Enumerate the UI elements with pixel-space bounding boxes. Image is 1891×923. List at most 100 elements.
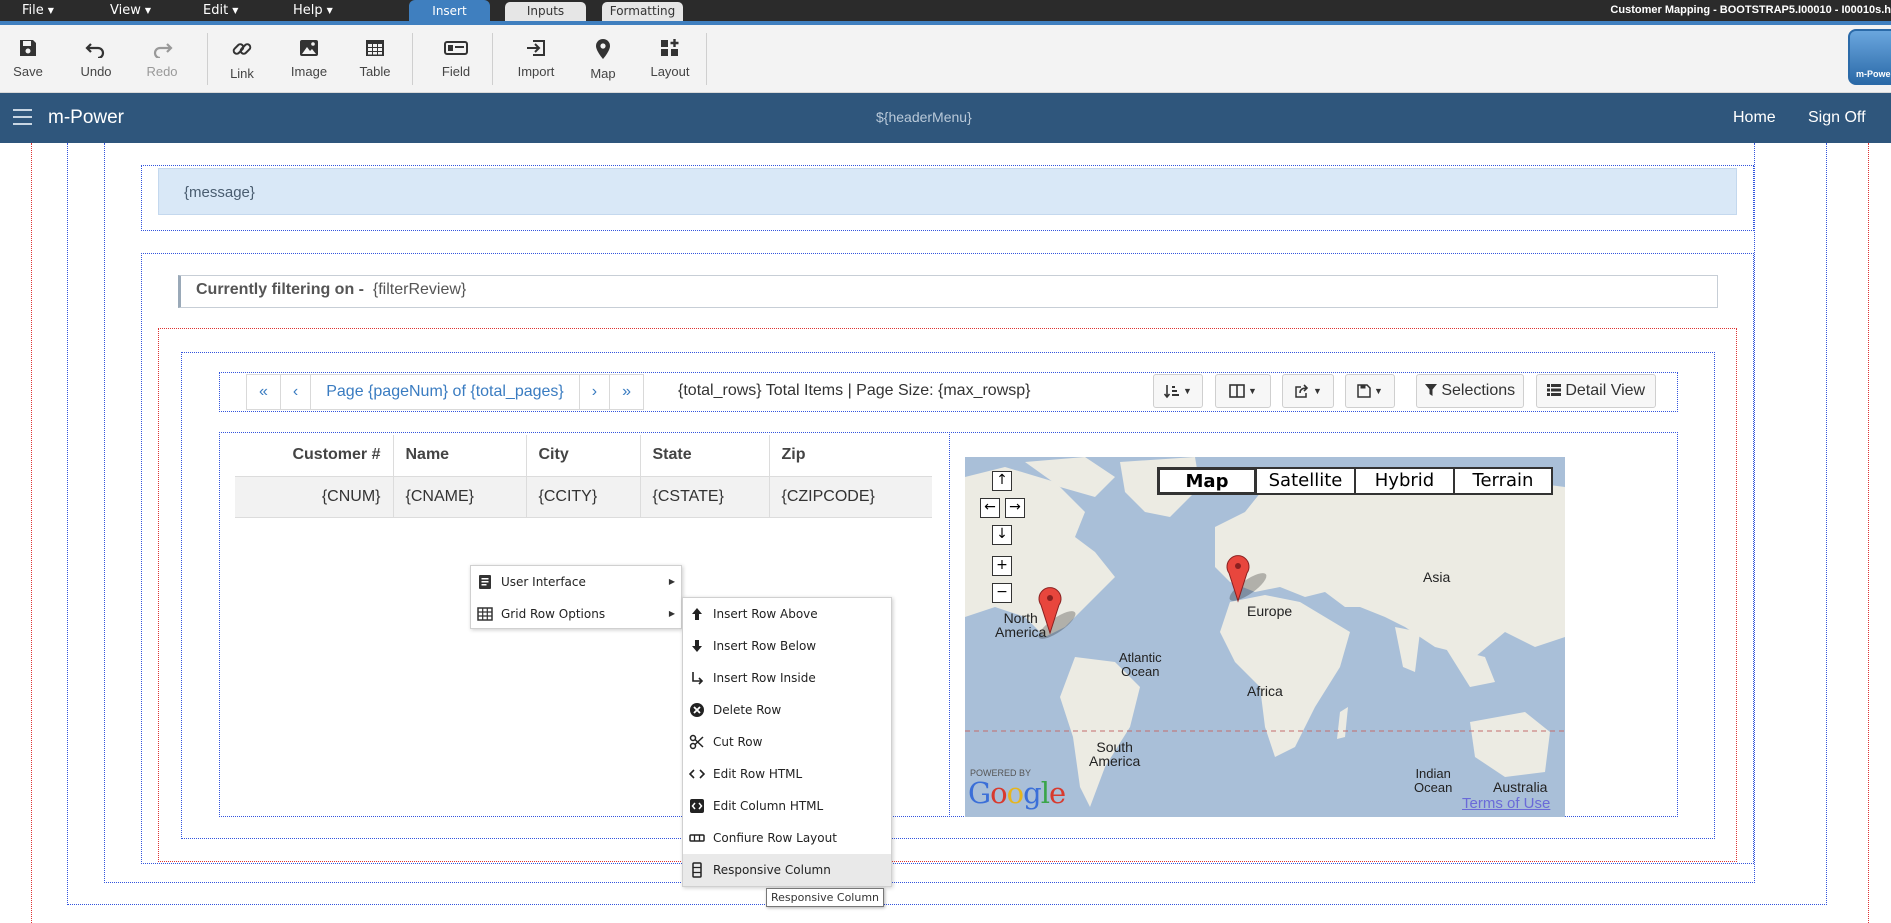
- hamburger-icon[interactable]: [13, 109, 32, 125]
- undo-icon: [85, 43, 105, 58]
- toolbar: Save Undo Redo Link Image Table Field Im…: [0, 25, 1891, 93]
- column-icon: [692, 862, 702, 878]
- menu-item-edit-column-html[interactable]: Edit Column HTML: [683, 790, 891, 822]
- detail-view-button[interactable]: Detail View: [1536, 374, 1656, 408]
- toolbar-separator: [706, 33, 707, 85]
- label-north-america: North America: [995, 610, 1047, 640]
- menu-item-delete-row[interactable]: Delete Row: [683, 694, 891, 726]
- menu-edit[interactable]: Edit ▼: [203, 3, 238, 18]
- terms-of-use-link[interactable]: Terms of Use: [1462, 795, 1550, 812]
- document-icon: [479, 575, 491, 589]
- menu-item-label: Cut Row: [713, 735, 763, 749]
- detail-view-label: Detail View: [1565, 382, 1646, 399]
- field-icon: [444, 41, 468, 55]
- save-button[interactable]: Save: [8, 25, 48, 93]
- menu-item-insert-row-below[interactable]: Insert Row Below: [683, 630, 891, 662]
- menu-file[interactable]: File ▼: [22, 3, 54, 18]
- columns-button[interactable]: ▼: [1215, 374, 1271, 408]
- menu-file-label: File: [22, 3, 44, 18]
- prev-page-button[interactable]: ‹: [281, 375, 312, 409]
- google-map[interactable]: Map Satellite Hybrid Terrain ↑ ← → ↓ + −…: [965, 457, 1565, 817]
- map-type-hybrid[interactable]: Hybrid: [1354, 467, 1455, 495]
- redo-label: Redo: [146, 64, 178, 79]
- zoom-in-icon[interactable]: +: [992, 556, 1012, 576]
- page-indicator: Page {pageNum} of {total_pages}: [311, 375, 580, 409]
- save-icon: [20, 40, 36, 56]
- pan-left-icon[interactable]: ←: [980, 498, 1000, 518]
- chevron-right-icon: ▶: [668, 577, 675, 586]
- google-logo: Google: [968, 776, 1066, 810]
- selections-button[interactable]: Selections: [1416, 374, 1524, 408]
- menu-item-responsive-column[interactable]: Responsive Column: [683, 854, 891, 886]
- menu-item-cut-row[interactable]: Cut Row: [683, 726, 891, 758]
- table-label: Table: [359, 64, 391, 79]
- save-view-button[interactable]: ▼: [1345, 374, 1395, 408]
- next-page-button[interactable]: ›: [580, 375, 611, 409]
- import-button[interactable]: Import: [512, 25, 560, 93]
- field-label: Field: [441, 64, 471, 79]
- menu-item-label: Delete Row: [713, 703, 782, 717]
- table-button[interactable]: Table: [355, 25, 395, 93]
- layout-icon: [661, 39, 679, 56]
- layout-label: Layout: [650, 64, 690, 79]
- pan-down-icon[interactable]: ↓: [992, 525, 1012, 545]
- chevron-down-icon: ▼: [232, 6, 239, 15]
- navbar-brand[interactable]: m-Power: [48, 107, 124, 129]
- chevron-down-icon: ▼: [1313, 386, 1322, 396]
- last-page-button[interactable]: »: [610, 375, 643, 409]
- menu-item-label: User Interface: [501, 575, 586, 589]
- menu-item-grid-row-options[interactable]: Grid Row Options ▶: [471, 598, 681, 630]
- menu-help[interactable]: Help ▼: [293, 3, 333, 18]
- zoom-out-icon[interactable]: −: [992, 583, 1012, 603]
- field-button[interactable]: Field: [436, 25, 476, 93]
- menu-item-user-interface[interactable]: User Interface ▶: [471, 566, 681, 598]
- menu-view[interactable]: View ▼: [110, 3, 151, 18]
- tab-inputs[interactable]: Inputs: [505, 2, 586, 21]
- redo-icon: [153, 43, 173, 58]
- filter-icon: [1424, 384, 1437, 396]
- map-button[interactable]: Map: [584, 25, 622, 93]
- undo-button[interactable]: Undo: [76, 25, 116, 93]
- export-button[interactable]: ▼: [1282, 374, 1334, 408]
- nav-sign-off-link[interactable]: Sign Off: [1808, 109, 1866, 127]
- menu-item-insert-row-inside[interactable]: Insert Row Inside: [683, 662, 891, 694]
- logo-text: m-Power: [1856, 69, 1891, 79]
- first-page-button[interactable]: «: [247, 375, 281, 409]
- map-pin-icon: [596, 39, 610, 59]
- layout-button[interactable]: Layout: [648, 25, 692, 93]
- menu-item-insert-row-above[interactable]: Insert Row Above: [683, 598, 891, 630]
- sort-button[interactable]: ▼: [1153, 374, 1203, 408]
- menubar: File ▼ View ▼ Edit ▼ Help ▼ Insert Inputs Fo…: [0, 0, 1891, 21]
- pagination: « ‹ Page {pageNum} of {total_pages} › »: [246, 374, 644, 410]
- menu-item-label: Edit Row HTML: [713, 767, 803, 781]
- cell-city: {CCITY}: [526, 476, 641, 518]
- link-button[interactable]: Link: [222, 25, 262, 93]
- map-type-map[interactable]: Map: [1157, 467, 1257, 495]
- map-type-satellite[interactable]: Satellite: [1255, 467, 1356, 495]
- menu-item-configure-row-layout[interactable]: Confiure Row Layout: [683, 822, 891, 854]
- tab-formatting[interactable]: Formatting: [602, 2, 683, 21]
- nav-home-link[interactable]: Home: [1733, 109, 1776, 127]
- arrow-down-icon: [692, 640, 702, 652]
- map-type-terrain[interactable]: Terrain: [1453, 467, 1553, 495]
- image-button[interactable]: Image: [286, 25, 332, 93]
- menu-item-edit-row-html[interactable]: Edit Row HTML: [683, 758, 891, 790]
- redo-button[interactable]: Redo: [142, 25, 182, 93]
- image-icon: [300, 40, 318, 56]
- pan-up-icon[interactable]: ↑: [992, 471, 1012, 491]
- list-icon: [1546, 384, 1561, 396]
- pan-right-icon[interactable]: →: [1005, 498, 1025, 518]
- column-header-customer-number[interactable]: Customer #: [235, 435, 394, 477]
- column-header-city[interactable]: City: [526, 435, 641, 477]
- column-header-zip[interactable]: Zip: [769, 435, 932, 477]
- row-layout-icon: [689, 834, 705, 842]
- tab-insert[interactable]: Insert: [409, 0, 490, 21]
- column-header-name[interactable]: Name: [393, 435, 527, 477]
- link-icon: [232, 43, 252, 55]
- table-icon: [366, 40, 384, 56]
- level-down-icon: [692, 672, 704, 685]
- sort-icon: [1163, 385, 1180, 399]
- save-icon: [1357, 384, 1371, 398]
- menu-item-label: Insert Row Below: [713, 639, 817, 653]
- column-header-state[interactable]: State: [640, 435, 770, 477]
